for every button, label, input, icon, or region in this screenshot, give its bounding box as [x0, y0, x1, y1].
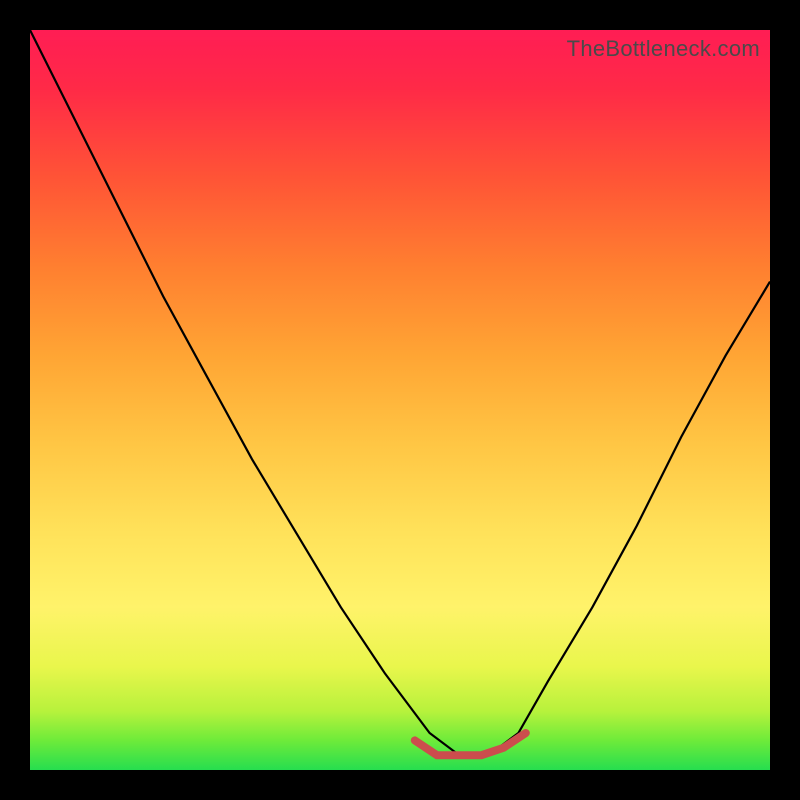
chart-svg	[30, 30, 770, 770]
chart-frame: TheBottleneck.com	[0, 0, 800, 800]
chart-plot-area: TheBottleneck.com	[30, 30, 770, 770]
curve-valley-highlight	[415, 733, 526, 755]
curve-main	[30, 30, 770, 755]
